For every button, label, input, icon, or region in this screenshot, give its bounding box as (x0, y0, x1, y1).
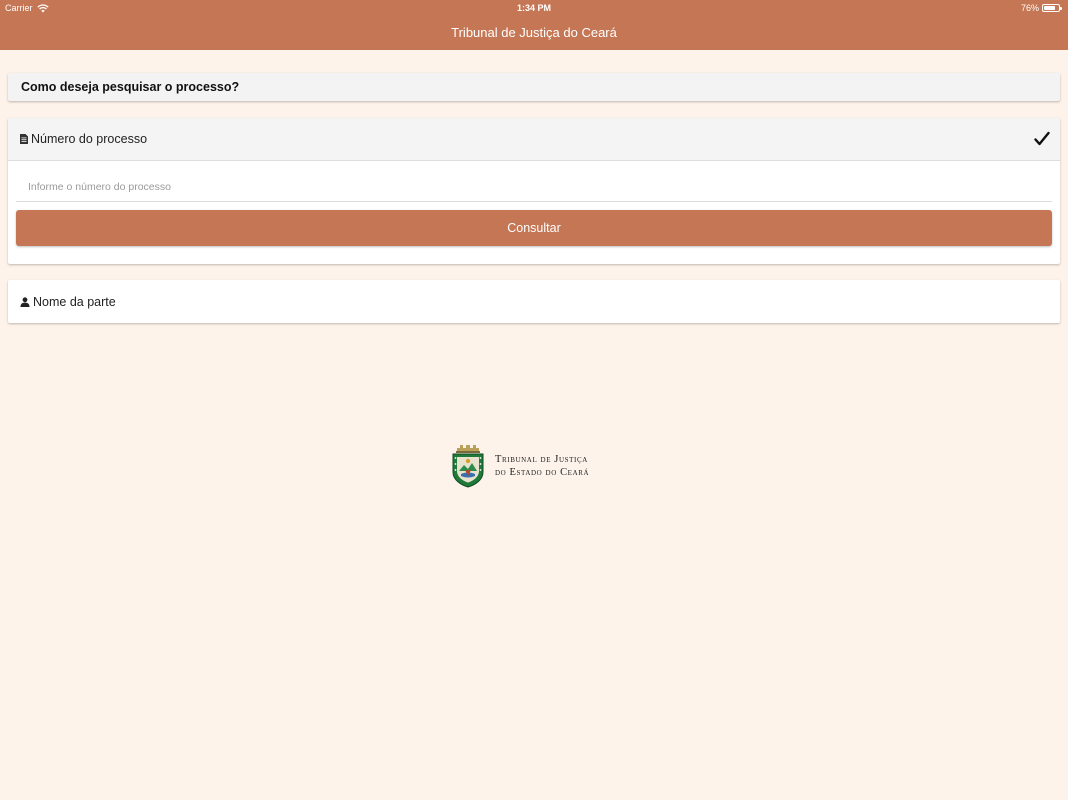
checkmark-icon (1034, 131, 1050, 146)
search-question-card: Como deseja pesquisar o processo? (8, 73, 1060, 101)
nome-parte-label-wrap: Nome da parte (20, 295, 116, 309)
status-bar: Carrier 1:34 PM 76% (0, 0, 1068, 16)
user-icon (20, 297, 30, 307)
nome-parte-label: Nome da parte (33, 295, 116, 309)
battery-icon (1042, 4, 1062, 12)
status-right: 76% (1020, 0, 1062, 16)
numero-processo-label-wrap: Número do processo (20, 132, 147, 146)
coat-of-arms-icon (452, 445, 484, 488)
numero-processo-option[interactable]: Número do processo (8, 118, 1060, 161)
numero-processo-section: Número do processo Consultar (8, 118, 1060, 264)
battery-fill (1044, 6, 1055, 10)
page-title: Tribunal de Justiça do Ceará (451, 25, 617, 40)
search-question: Como deseja pesquisar o processo? (21, 80, 240, 94)
logo-line-2: do Estado do Ceará (495, 467, 590, 478)
status-time: 1:34 PM (516, 3, 551, 13)
document-icon (20, 134, 28, 144)
logo-text: Tribunal de Justiça do Estado do Ceará (495, 453, 589, 479)
numero-processo-input[interactable] (16, 172, 1052, 202)
logo-line-1: Tribunal de Justiça (495, 454, 588, 465)
tribunal-logo: Tribunal de Justiça do Estado do Ceará (451, 444, 621, 488)
consultar-button[interactable]: Consultar (16, 210, 1052, 246)
nome-parte-option[interactable]: Nome da parte (8, 280, 1060, 323)
battery-percent: 76% (1020, 3, 1039, 13)
app-header: Carrier 1:34 PM 76% Tribunal de Justiça … (0, 0, 1068, 50)
numero-processo-label: Número do processo (31, 132, 148, 146)
